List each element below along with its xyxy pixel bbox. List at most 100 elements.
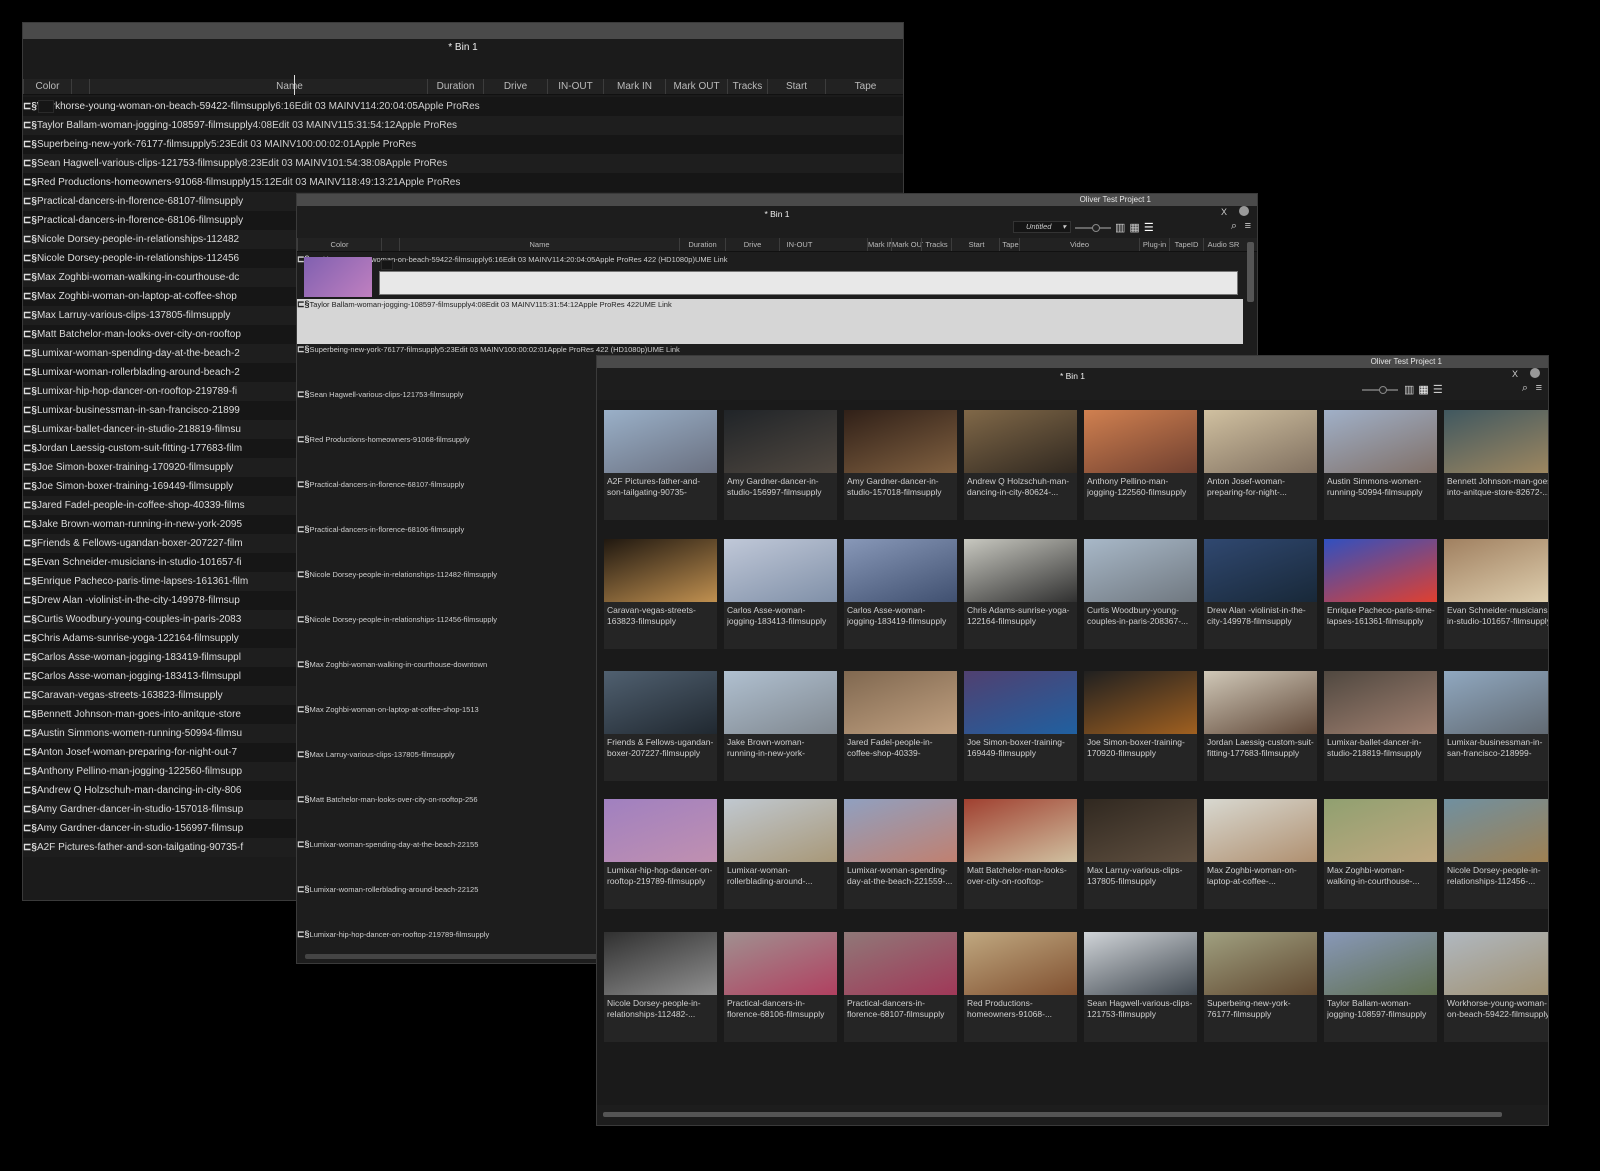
column-resize-marker[interactable] — [294, 75, 295, 95]
column-tracks[interactable]: Tracks — [921, 238, 951, 251]
project-titlebar[interactable]: Oliver Test Project 1 — [597, 356, 1548, 368]
color-swatch[interactable] — [381, 260, 393, 270]
clip-row[interactable]: ⊏§Taylor Ballam-woman-jogging-108597-fil… — [23, 100, 903, 135]
script-view-icon[interactable]: ▦ — [1418, 384, 1432, 396]
clip-frame[interactable]: Anthony Pellino-man-jogging-122560-films… — [1084, 410, 1197, 520]
clip-row[interactable]: ⊏§Red Productions-homeowners-91068-films… — [23, 100, 903, 192]
project-titlebar[interactable]: Oliver Test Project 1 — [297, 194, 1257, 206]
color-swatch[interactable] — [38, 100, 54, 113]
column-in-out[interactable]: IN-OUT — [547, 79, 603, 94]
header-spacer[interactable] — [71, 79, 89, 94]
column-mark-in[interactable]: Mark IN — [867, 238, 891, 251]
vertical-scrollbar[interactable] — [1247, 242, 1254, 302]
clip-frame[interactable]: Joe Simon-boxer-training-170920-filmsupp… — [1084, 671, 1197, 781]
clip-frame[interactable]: Caravan-vegas-streets-163823-filmsupply — [604, 539, 717, 649]
clip-frame[interactable]: Drew Alan -violinist-in-the-city-149978-… — [1204, 539, 1317, 649]
column-video[interactable]: Video — [1019, 238, 1139, 251]
script-view-icon[interactable]: ▦ — [1129, 222, 1143, 234]
column-audio-sr[interactable]: Audio SR — [1203, 238, 1243, 251]
column-color[interactable]: Color — [297, 238, 381, 251]
search-icon[interactable]: ⌕ — [1522, 382, 1528, 395]
settings-icon[interactable] — [1239, 206, 1249, 216]
settings-icon[interactable] — [1530, 368, 1540, 378]
clip-frame[interactable]: Taylor Ballam-woman-jogging-108597-films… — [1324, 932, 1437, 1042]
column-drive[interactable]: Drive — [483, 79, 547, 94]
clip-row[interactable]: ⊏§Sean Hagwell-various-clips-121753-film… — [23, 100, 903, 173]
clip-frame[interactable]: Workhorse-young-woman-on-beach-59422-fil… — [1444, 932, 1548, 1042]
column-drive[interactable]: Drive — [725, 238, 779, 251]
clip-name: Sean Hagwell-various-clips-121753-filmsu… — [36, 158, 243, 169]
clip-frame[interactable]: Nicole Dorsey-people-in-relationships-11… — [604, 932, 717, 1042]
clip-frame[interactable]: Superbeing-new-york-76177-filmsupply — [1204, 932, 1317, 1042]
column-color[interactable]: Color — [23, 79, 71, 94]
clip-frame[interactable]: Amy Gardner-dancer-in-studio-157018-film… — [844, 410, 957, 520]
clip-frame[interactable]: Max Zoghbi-woman-walking-in-courthouse-.… — [1324, 799, 1437, 909]
column-in-out[interactable]: IN-OUT — [779, 238, 819, 251]
clip-frame[interactable]: Max Larruy-various-clips-137805-filmsupp… — [1084, 799, 1197, 909]
clip-frame[interactable]: Andrew Q Holzschuh-man-dancing-in-city-8… — [964, 410, 1077, 520]
clip-frame[interactable]: Max Zoghbi-woman-on-laptop-at-coffee-... — [1204, 799, 1317, 909]
menu-icon[interactable]: ≡ — [1536, 382, 1542, 394]
clip-frame[interactable]: Amy Gardner-dancer-in-studio-156997-film… — [724, 410, 837, 520]
thumbnail-size-slider[interactable] — [1362, 386, 1398, 394]
clip-frame[interactable]: Jordan Laessig-custom-suit-fitting-17768… — [1204, 671, 1317, 781]
slider-handle[interactable] — [1092, 224, 1100, 232]
column-tape[interactable]: Tape — [999, 238, 1021, 251]
clip-row[interactable]: ⊏§Workhorse-young-woman-on-beach-59422-f… — [23, 97, 903, 116]
column-duration[interactable]: Duration — [679, 238, 725, 251]
menu-icon[interactable]: ≡ — [1245, 220, 1251, 232]
clip-frame[interactable]: Lumixar-hip-hop-dancer-on-rooftop-219789… — [604, 799, 717, 909]
clip-frame[interactable]: A2F Pictures-father-and-son-tailgating-9… — [604, 410, 717, 520]
clip-frame[interactable]: Red Productions-homeowners-91068-... — [964, 932, 1077, 1042]
clip-frame[interactable]: Curtis Woodbury-young-couples-in-paris-2… — [1084, 539, 1197, 649]
clip-name-edit-field[interactable] — [379, 271, 1238, 295]
view-select[interactable]: Untitled ▾ — [1013, 221, 1071, 233]
column-plug-in[interactable]: Plug-in — [1139, 238, 1169, 251]
clip-frame[interactable]: Lumixar-businessman-in-san-francisco-218… — [1444, 671, 1548, 781]
column-tape[interactable]: Tape — [825, 79, 903, 94]
column-mark-out[interactable]: Mark OUT — [665, 79, 727, 94]
clip-frame[interactable]: Matt Batchelor-man-looks-over-city-on-ro… — [964, 799, 1077, 909]
close-icon[interactable]: X — [1512, 369, 1518, 379]
column-name[interactable]: Name — [399, 238, 679, 251]
clip-frame[interactable]: Practical-dancers-in-florence-68106-film… — [724, 932, 837, 1042]
clip-frame[interactable]: Carlos Asse-woman-jogging-183419-filmsup… — [844, 539, 957, 649]
clip-frame[interactable]: Bennett Johnson-man-goes-into-anitque-st… — [1444, 410, 1548, 520]
clip-frame[interactable]: Practical-dancers-in-florence-68107-film… — [844, 932, 957, 1042]
clip-frame[interactable]: Lumixar-ballet-dancer-in-studio-218819-f… — [1324, 671, 1437, 781]
clip-frame[interactable]: Joe Simon-boxer-training-169449-filmsupp… — [964, 671, 1077, 781]
clip-frame[interactable]: Evan Schneider-musicians-in-studio-10165… — [1444, 539, 1548, 649]
list-view-icon[interactable]: ☰ — [1433, 384, 1447, 396]
clip-frame[interactable]: Austin Simmons-women-running-50994-films… — [1324, 410, 1437, 520]
search-icon[interactable]: ⌕ — [1231, 220, 1237, 233]
clip-frame[interactable]: Anton Josef-woman-preparing-for-night-..… — [1204, 410, 1317, 520]
clip-frame[interactable]: Lumixar-woman-rollerblading-around-... — [724, 799, 837, 909]
column-start[interactable]: Start — [951, 238, 1001, 251]
frame-view-icon[interactable]: ▥ — [1115, 222, 1129, 234]
clip-row[interactable]: ⊏§Taylor Ballam-woman-jogging-108597-fil… — [297, 257, 1243, 344]
close-icon[interactable]: X — [1221, 207, 1227, 217]
list-view-icon[interactable]: ☰ — [1144, 222, 1158, 234]
header-spacer[interactable] — [381, 238, 399, 251]
column-tapeid[interactable]: TapeID — [1169, 238, 1203, 251]
clip-frame[interactable]: Enrique Pacheco-paris-time-lapses-161361… — [1324, 539, 1437, 649]
horizontal-scrollbar[interactable] — [603, 1112, 1502, 1117]
clip-row[interactable]: ⊏§Superbeing-new-york-76177-filmsupply5:… — [23, 100, 903, 154]
thumbnail-size-slider[interactable] — [1075, 224, 1111, 232]
frame-view-icon[interactable]: ▥ — [1404, 384, 1418, 396]
clip-frame[interactable]: Chris Adams-sunrise-yoga-122164-filmsupp… — [964, 539, 1077, 649]
clip-frame[interactable]: Nicole Dorsey-people-in-relationships-11… — [1444, 799, 1548, 909]
column-duration[interactable]: Duration — [427, 79, 483, 94]
column-tracks[interactable]: Tracks — [727, 79, 767, 94]
clip-frame[interactable]: Sean Hagwell-various-clips-121753-filmsu… — [1084, 932, 1197, 1042]
column-mark-in[interactable]: Mark IN — [603, 79, 665, 94]
clip-frame[interactable]: Friends & Fellows-ugandan-boxer-207227-f… — [604, 671, 717, 781]
column-start[interactable]: Start — [767, 79, 825, 94]
slider-handle[interactable] — [1379, 386, 1387, 394]
window-titlebar[interactable] — [23, 23, 903, 39]
clip-frame[interactable]: Jake Brown-woman-running-in-new-york-209… — [724, 671, 837, 781]
clip-frame[interactable]: Lumixar-woman-spending-day-at-the-beach-… — [844, 799, 957, 909]
clip-frame[interactable]: Carlos Asse-woman-jogging-183413-filmsup… — [724, 539, 837, 649]
clip-frame[interactable]: Jared Fadel-people-in-coffee-shop-40339-… — [844, 671, 957, 781]
column-mark-out[interactable]: Mark OUT — [891, 238, 923, 251]
